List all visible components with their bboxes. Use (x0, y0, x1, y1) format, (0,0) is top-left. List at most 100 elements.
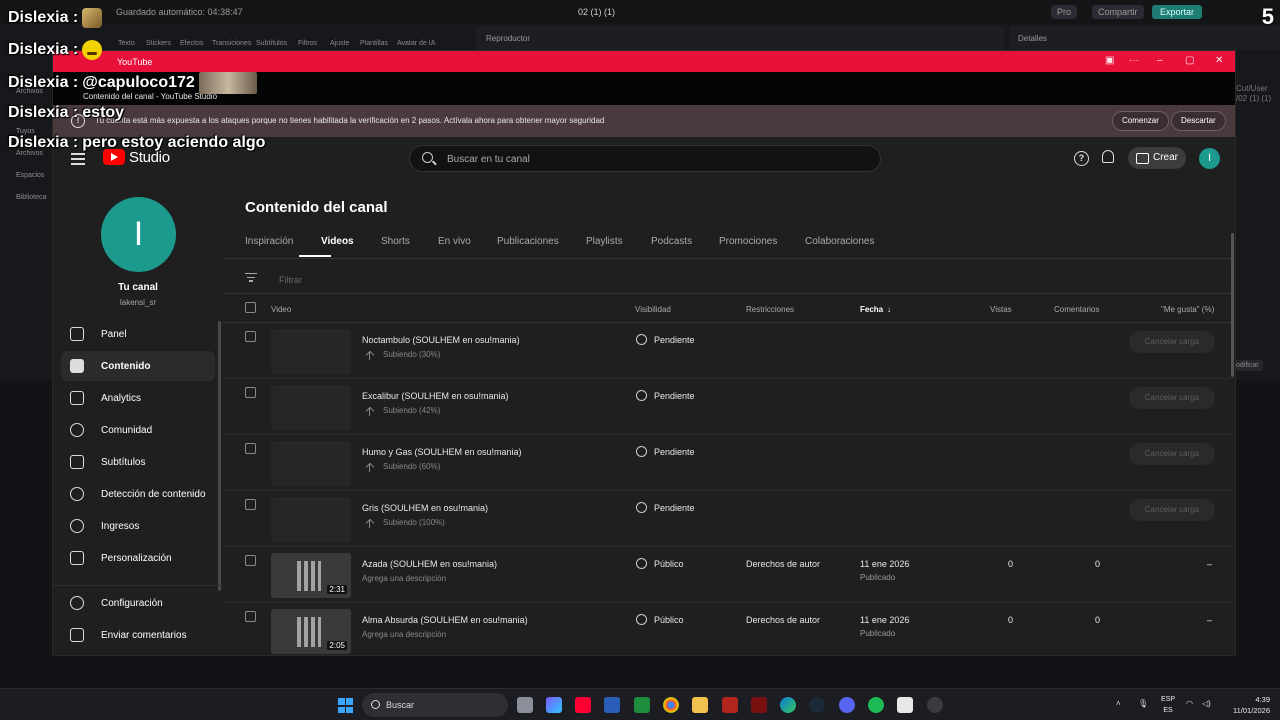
video-title[interactable]: Gris (SOULHEM en osu!mania) (362, 503, 488, 513)
nav-customization[interactable]: Personalización (61, 543, 215, 573)
nav-analytics[interactable]: Analytics (61, 383, 215, 413)
tab-inspiration[interactable]: Inspiración (245, 236, 293, 247)
video-thumbnail[interactable] (271, 497, 351, 542)
restriction-value[interactable]: Derechos de autor (746, 615, 820, 625)
tab-live[interactable]: En vivo (438, 236, 471, 247)
tab-shorts[interactable]: Shorts (381, 236, 410, 247)
modify-button[interactable]: odificar (1232, 360, 1263, 371)
discord-icon[interactable] (839, 697, 855, 713)
search-input[interactable]: Buscar en tu canal (409, 145, 881, 172)
copilot-icon[interactable] (546, 697, 562, 713)
column-visibility[interactable]: Visibilidad (635, 305, 671, 314)
filezilla-icon[interactable] (722, 697, 738, 713)
cancel-upload-button[interactable]: Cancelar carga (1129, 387, 1215, 409)
visibility-value[interactable]: Pendiente (654, 447, 695, 457)
export-button[interactable]: Exportar (1152, 5, 1203, 19)
video-thumbnail[interactable] (271, 385, 351, 430)
left-item[interactable]: Biblioteca (16, 194, 46, 201)
table-row[interactable]: Gris (SOULHEM en osu!mania) Subiendo (10… (223, 491, 1233, 547)
channel-avatar[interactable]: I (101, 197, 176, 272)
word-icon[interactable] (604, 697, 620, 713)
tab-playlists[interactable]: Playlists (586, 236, 623, 247)
visibility-value[interactable]: Pendiente (654, 335, 695, 345)
pro-button[interactable]: Pro (1051, 5, 1078, 19)
video-thumbnail[interactable] (271, 441, 351, 486)
nav-content[interactable]: Contenido (61, 351, 215, 381)
app-icon[interactable] (751, 697, 767, 713)
visibility-value[interactable]: Pendiente (654, 391, 695, 401)
chevron-up-icon[interactable]: ˄ (1116, 699, 1121, 708)
minimize-icon[interactable]: – (1157, 55, 1163, 66)
table-row[interactable]: Noctambulo (SOULHEM en osu!mania) Subien… (223, 323, 1233, 379)
cancel-upload-button[interactable]: Cancelar carga (1129, 499, 1215, 521)
cancel-upload-button[interactable]: Cancelar carga (1129, 331, 1215, 353)
sheets-icon[interactable] (634, 697, 650, 713)
nav-settings[interactable]: Configuración (61, 588, 215, 618)
chrome-icon[interactable] (663, 697, 679, 713)
maximize-icon[interactable]: ▢ (1185, 55, 1194, 66)
task-view-icon[interactable] (517, 697, 533, 713)
column-comments[interactable]: Comentarios (1054, 305, 1099, 314)
share-button[interactable]: Compartir (1092, 5, 1144, 19)
spotify-icon[interactable] (868, 697, 884, 713)
youtube-app-icon[interactable] (575, 697, 591, 713)
cast-icon[interactable]: ▣ (1105, 55, 1114, 66)
table-row[interactable]: 2:05 Alma Absurda (SOULHEM en osu!mania)… (223, 603, 1233, 655)
menu-icon[interactable] (71, 153, 85, 165)
left-item[interactable]: Espacios (16, 172, 44, 179)
steam-icon[interactable] (809, 697, 825, 713)
nav-community[interactable]: Comunidad (61, 415, 215, 445)
video-title[interactable]: Humo y Gas (SOULHEM en osu!mania) (362, 447, 522, 457)
nav-earn[interactable]: Ingresos (61, 511, 215, 541)
video-description[interactable]: Agrega una descripción (362, 574, 446, 583)
cancel-upload-button[interactable]: Cancelar carga (1129, 443, 1215, 465)
filter-input[interactable]: Filtrar (279, 275, 302, 285)
sort-down-icon[interactable]: ↓ (887, 305, 891, 314)
row-checkbox[interactable] (245, 611, 256, 622)
account-avatar[interactable]: I (1199, 148, 1220, 169)
file-explorer-icon[interactable] (692, 697, 708, 713)
tool-transitions[interactable]: Transiciones (212, 40, 251, 47)
visibility-value[interactable]: Público (654, 559, 684, 569)
create-button[interactable]: Crear (1128, 147, 1186, 169)
close-icon[interactable]: ✕ (1215, 55, 1223, 66)
tool-adjust[interactable]: Ajuste (330, 40, 349, 47)
nav-content-detection[interactable]: Detección de contenido (61, 479, 215, 509)
help-icon[interactable]: ? (1074, 151, 1089, 166)
more-icon[interactable]: ··· (1129, 55, 1139, 66)
wifi-icon[interactable]: ◠ (1186, 699, 1193, 708)
main-scrollbar[interactable] (1231, 233, 1234, 377)
visibility-value[interactable]: Público (654, 615, 684, 625)
notifications-icon[interactable] (1102, 150, 1114, 163)
select-all-checkbox[interactable] (245, 302, 256, 313)
volume-icon[interactable]: ◁) (1202, 699, 1211, 708)
tool-subtitles[interactable]: Subtítulos (256, 40, 287, 47)
video-title[interactable]: Alma Absurda (SOULHEM en osu!mania) (362, 615, 528, 625)
video-title[interactable]: Noctambulo (SOULHEM en osu!mania) (362, 335, 520, 345)
visibility-value[interactable]: Pendiente (654, 503, 695, 513)
column-restrictions[interactable]: Restricciones (746, 305, 794, 314)
nav-subtitles[interactable]: Subtítulos (61, 447, 215, 477)
tab-promotions[interactable]: Promociones (719, 236, 777, 247)
tab-videos[interactable]: Videos (321, 236, 354, 247)
row-checkbox[interactable] (245, 443, 256, 454)
filter-icon[interactable] (245, 273, 257, 283)
tool-filters[interactable]: Filtros (298, 40, 317, 47)
row-checkbox[interactable] (245, 387, 256, 398)
windows-start-icon[interactable] (338, 698, 353, 713)
taskbar-search[interactable]: Buscar (362, 693, 508, 717)
video-thumbnail[interactable] (271, 329, 351, 374)
row-checkbox[interactable] (245, 555, 256, 566)
tab-podcasts[interactable]: Podcasts (651, 236, 692, 247)
column-likes[interactable]: "Me gusta" (%) (1161, 305, 1214, 314)
table-row[interactable]: 2:31 Azada (SOULHEM en osu!mania) Agrega… (223, 547, 1233, 603)
tab-posts[interactable]: Publicaciones (497, 236, 559, 247)
video-thumbnail[interactable]: 2:05 (271, 609, 351, 654)
table-row[interactable]: Humo y Gas (SOULHEM en osu!mania) Subien… (223, 435, 1233, 491)
video-description[interactable]: Agrega una descripción (362, 630, 446, 639)
tool-effects[interactable]: Efectos (180, 40, 203, 47)
capcut-icon[interactable] (897, 697, 913, 713)
start-2fa-button[interactable]: Comenzar (1112, 111, 1169, 131)
tool-stickers[interactable]: Stickers (146, 40, 171, 47)
column-views[interactable]: Vistas (990, 305, 1012, 314)
